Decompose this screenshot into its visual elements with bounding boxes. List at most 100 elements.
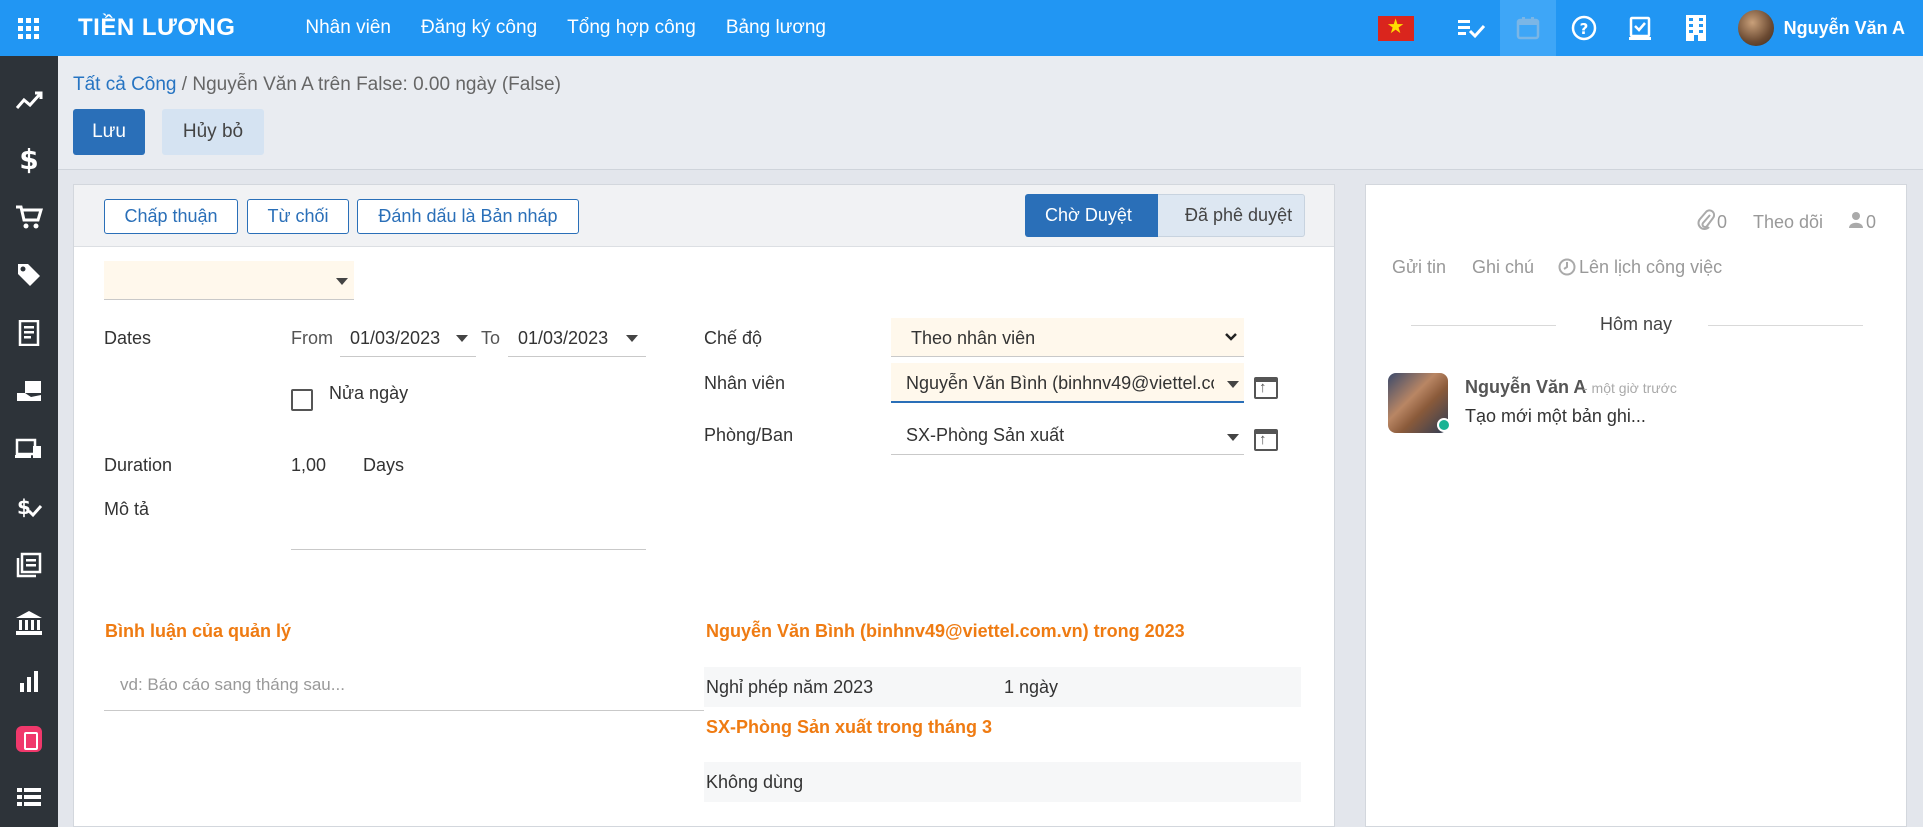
leave-type-select[interactable]	[104, 261, 354, 300]
menu-item-attendance-summary[interactable]: Tổng hợp công	[567, 17, 696, 39]
department-summary-row: Không dùng	[704, 762, 1301, 802]
form-statusbar: Chấp thuận Từ chối Đánh dấu là Bản nháp …	[74, 185, 1334, 247]
svg-text:?: ?	[1579, 20, 1588, 38]
duration-unit: Days	[363, 455, 405, 475]
sidebar-books-icon[interactable]	[0, 536, 58, 594]
description-label: Mô tả	[104, 499, 150, 519]
duration-label: Duration	[104, 455, 173, 475]
menu-item-attendance-registration[interactable]: Đăng ký công	[421, 17, 537, 39]
date-from-value: 01/03/2023	[350, 328, 441, 348]
breadcrumb-parent-link[interactable]: Tất cả Công	[73, 74, 177, 95]
department-value: SX-Phòng Sản xuất	[906, 425, 1065, 445]
manager-comment-input[interactable]: vd: Báo cáo sang tháng sau...	[104, 655, 704, 711]
stage-to-approve[interactable]: Chờ Duyệt	[1025, 194, 1174, 237]
mode-select[interactable]: Theo nhân viên	[891, 318, 1244, 357]
leave-summary-row: Nghỉ phép năm 2023 1 ngày	[704, 667, 1301, 707]
calendar-icon[interactable]	[1499, 0, 1556, 56]
half-day-checkbox[interactable]	[291, 389, 313, 411]
control-panel: Tất cả Công / Nguyễn Văn A trên False: 0…	[58, 56, 1923, 170]
department-input[interactable]: SX-Phòng Sản xuất	[891, 415, 1244, 455]
clock-icon	[1558, 258, 1576, 276]
date-to-caret	[626, 335, 638, 342]
checklist-board-icon[interactable]	[1612, 0, 1668, 56]
today-label: Hôm nay	[1600, 314, 1673, 334]
sidebar-tag-icon[interactable]	[0, 246, 58, 304]
user-menu[interactable]: Nguyễn Văn A	[1737, 10, 1905, 46]
approve-button[interactable]: Chấp thuận	[104, 199, 238, 234]
save-button[interactable]: Lưu	[73, 109, 145, 155]
menu-item-payroll[interactable]: Bảng lương	[726, 17, 826, 39]
follow-button[interactable]: Theo dõi	[1753, 212, 1823, 233]
breadcrumb-current: Nguyễn Văn A trên False: 0.00 ngày (Fals…	[192, 74, 561, 95]
app-title: TIỀN LƯƠNG	[78, 14, 236, 41]
form-sheet: Chấp thuận Từ chối Đánh dấu là Bản nháp …	[73, 184, 1335, 827]
top-menu: Nhân viên Đăng ký công Tổng hợp công Bản…	[305, 17, 856, 39]
vietnam-flag-icon[interactable]	[1377, 15, 1414, 41]
online-status-dot	[1437, 418, 1451, 432]
top-navbar: TIỀN LƯƠNG Nhân viên Đăng ký công Tổng h…	[0, 0, 1923, 56]
message-time: - một giờ trước	[1583, 380, 1677, 396]
leave-type-dropdown-caret	[336, 278, 348, 285]
stage-approved[interactable]: Đã phê duyệt	[1158, 194, 1305, 237]
dates-label: Dates	[104, 328, 152, 348]
department-external-link-icon[interactable]	[1254, 429, 1278, 451]
paperclip-icon[interactable]	[1697, 209, 1715, 231]
mode-chevron-down-icon	[1225, 333, 1237, 341]
refuse-button[interactable]: Từ chối	[247, 199, 349, 234]
breadcrumb: Tất cả Công / Nguyễn Văn A trên False: 0…	[73, 74, 561, 96]
sidebar-bar-chart-icon[interactable]	[0, 652, 58, 710]
employee-input[interactable]: Nguyễn Văn Bình (binhnv49@viettel.com.vn…	[891, 363, 1244, 403]
sidebar-bank-icon[interactable]	[0, 594, 58, 652]
schedule-activity-button[interactable]: Lên lịch công việc	[1579, 257, 1722, 278]
followers-user-icon[interactable]	[1848, 211, 1864, 229]
employee-value: Nguyễn Văn Bình (binhnv49@viettel.com.vn…	[906, 373, 1214, 393]
half-day-label: Nửa ngày	[329, 383, 409, 403]
help-icon[interactable]: ?	[1556, 0, 1612, 56]
user-name: Nguyễn Văn A	[1783, 17, 1905, 38]
department-label: Phòng/Ban	[704, 425, 794, 445]
sidebar-app-icon[interactable]	[0, 710, 58, 768]
sidebar-hand-money-icon[interactable]	[0, 362, 58, 420]
mode-label: Chế độ	[704, 328, 763, 348]
sidebar-devices-icon[interactable]	[0, 420, 58, 478]
description-input[interactable]	[291, 495, 646, 550]
today-divider-left	[1411, 325, 1556, 326]
followers-count: 0	[1866, 212, 1877, 232]
department-dropdown-caret	[1227, 434, 1239, 441]
mark-as-draft-button[interactable]: Đánh dấu là Bản nháp	[357, 199, 579, 234]
message-body: Tạo mới một bản ghi...	[1465, 406, 1646, 426]
to-label: To	[481, 328, 501, 348]
left-sidebar: $ $	[0, 56, 58, 827]
sidebar-receipt-icon[interactable]	[0, 304, 58, 362]
manager-comment-placeholder: vd: Báo cáo sang tháng sau...	[120, 675, 345, 694]
sidebar-dollar-icon[interactable]: $	[0, 130, 58, 188]
duration-value[interactable]: 1,00	[291, 455, 326, 476]
sidebar-payment-check-icon[interactable]: $	[0, 478, 58, 536]
menu-item-employees[interactable]: Nhân viên	[305, 17, 391, 39]
chatter-panel: 0 Theo dõi 0 Gửi tin Ghi chú Lên lịch cô…	[1365, 184, 1907, 827]
tasks-check-icon[interactable]	[1444, 0, 1500, 56]
apps-menu-icon[interactable]	[0, 0, 56, 56]
department-row-label: Không dùng	[706, 772, 804, 792]
message-author[interactable]: Nguyễn Văn A	[1465, 377, 1586, 398]
department-summary-title: SX-Phòng Sản xuất trong tháng 3	[706, 717, 993, 737]
leave-row-label: Nghỉ phép năm 2023	[706, 677, 874, 697]
sidebar-list-icon[interactable]	[0, 768, 58, 826]
mode-value: Theo nhân viên	[911, 328, 1036, 348]
user-avatar	[1737, 10, 1774, 46]
discard-button[interactable]: Hủy bỏ	[162, 109, 264, 155]
date-to-value: 01/03/2023	[518, 328, 609, 348]
log-note-button[interactable]: Ghi chú	[1472, 257, 1534, 278]
manager-comment-title: Bình luận của quản lý	[105, 621, 292, 641]
employee-label: Nhân viên	[704, 373, 786, 393]
svg-text:$: $	[17, 495, 31, 519]
send-message-button[interactable]: Gửi tin	[1392, 257, 1446, 278]
company-building-icon[interactable]	[1668, 0, 1724, 56]
sidebar-cart-icon[interactable]	[0, 188, 58, 246]
top-right-tools: ? Nguyễn Văn A	[1377, 0, 1923, 56]
employee-summary-title: Nguyễn Văn Bình (binhnv49@viettel.com.vn…	[706, 621, 1185, 641]
from-label: From	[291, 328, 333, 348]
today-divider-right	[1708, 325, 1863, 326]
sidebar-analytics-icon[interactable]	[0, 72, 58, 130]
employee-external-link-icon[interactable]	[1254, 377, 1278, 399]
